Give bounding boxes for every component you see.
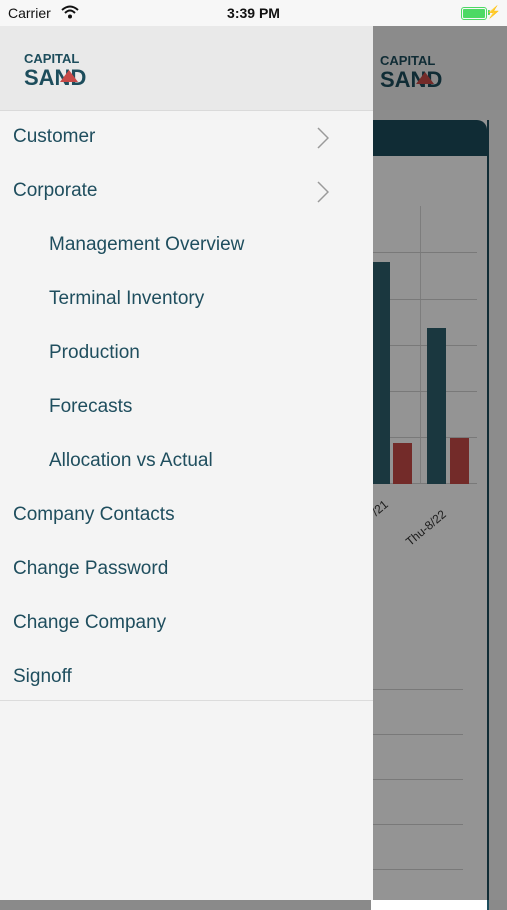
menu-item-label: Production	[49, 342, 140, 363]
menu-item-terminal-inventory[interactable]: Terminal Inventory	[0, 272, 373, 326]
menu-item-label: Change Company	[13, 612, 167, 633]
menu-item-management-overview[interactable]: Management Overview	[0, 218, 373, 272]
clock-time: 3:39 PM	[227, 5, 280, 21]
battery-icon	[461, 7, 487, 20]
menu-item-allocation-vs-actual[interactable]: Allocation vs Actual	[0, 434, 373, 488]
menu-item-corporate[interactable]: Corporate	[0, 164, 373, 218]
menu-item-label: Terminal Inventory	[49, 288, 205, 309]
menu-item-label: Allocation vs Actual	[49, 450, 213, 471]
drawer-header: CAPITAL SAND	[0, 26, 373, 111]
chevron-right-icon	[317, 127, 329, 149]
menu-item-label: Customer	[13, 126, 96, 147]
menu-item-label: Signoff	[13, 666, 72, 687]
logo-text-top: CAPITAL	[24, 51, 79, 66]
menu-item-customer[interactable]: Customer	[0, 110, 373, 164]
charging-icon: ⚡	[486, 5, 501, 19]
menu-item-change-password[interactable]: Change Password	[0, 542, 373, 596]
menu-item-label: Corporate	[13, 180, 98, 201]
menu-item-label: Company Contacts	[13, 504, 175, 525]
navigation-drawer: CAPITAL SAND Customer Corporate Manageme…	[0, 26, 373, 900]
brand-logo: CAPITAL SAND	[24, 51, 86, 90]
menu-item-label: Change Password	[13, 558, 169, 579]
menu-item-company-contacts[interactable]: Company Contacts	[0, 488, 373, 542]
menu-divider	[0, 700, 373, 701]
menu-item-production[interactable]: Production	[0, 326, 373, 380]
menu-item-change-company[interactable]: Change Company	[0, 596, 373, 650]
status-bar: Carrier 3:39 PM ⚡	[0, 0, 507, 26]
menu-item-label: Management Overview	[49, 234, 245, 255]
logo-text-bottom: SAND	[24, 65, 86, 90]
drawer-menu: Customer Corporate Management Overview T…	[0, 110, 373, 704]
menu-item-forecasts[interactable]: Forecasts	[0, 380, 373, 434]
chevron-right-icon	[317, 181, 329, 203]
menu-item-label: Forecasts	[49, 396, 133, 417]
menu-item-signoff[interactable]: Signoff	[0, 650, 373, 704]
